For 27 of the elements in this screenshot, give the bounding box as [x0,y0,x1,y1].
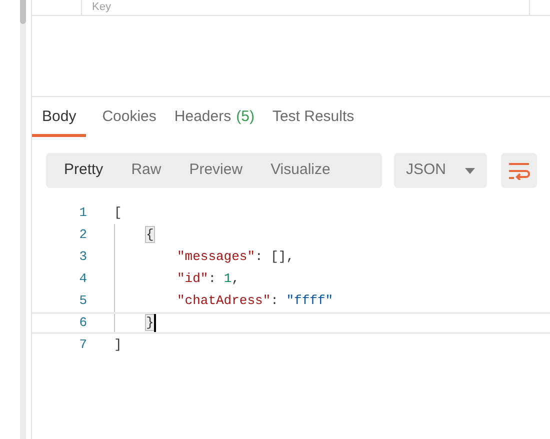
response-tab[interactable]: Test Results [270,106,356,137]
line-number: 7 [78,336,87,354]
line-number: 3 [78,248,87,266]
view-mode-tab[interactable]: Visualize [256,157,344,184]
line-number: 5 [78,292,87,310]
response-tab[interactable]: Body [32,106,86,137]
format-dropdown[interactable]: JSON [394,153,487,188]
line-number: 4 [78,270,87,288]
code-line: "id": 1, [177,270,240,288]
code-line: [ [114,204,122,222]
response-tab[interactable]: Cookies [100,106,158,137]
view-mode-tab[interactable]: Preview [175,157,257,184]
column-header: Key [91,0,111,15]
caret-icon [465,168,475,174]
line-number: 6 [78,314,87,332]
wrap-icon [508,162,530,180]
text-cursor [154,314,156,332]
line-number: 1 [78,204,87,222]
response-tab[interactable]: Headers (5) [172,106,256,137]
code-line: "chatAdress": "ffff" [177,292,334,310]
view-mode-tab[interactable]: Pretty [50,157,118,184]
wrap-lines-button[interactable] [501,153,537,188]
line-number: 2 [78,226,87,244]
view-mode-tab[interactable]: Raw [117,157,176,184]
code-line: ] [114,336,122,354]
code-line: "messages": [], [177,248,294,266]
scrollbar[interactable] [20,0,26,439]
